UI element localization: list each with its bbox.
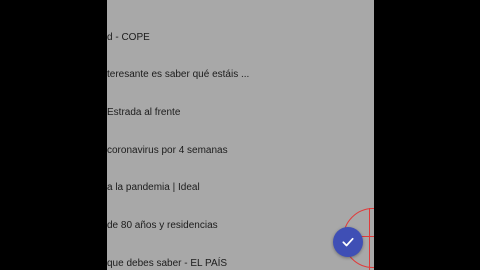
letterbox-left [0,0,107,270]
check-icon [341,235,355,249]
list-item[interactable]: coronavirus por 4 semanas [107,136,374,166]
tap-indicator-crosshair-vertical [369,208,370,270]
list-item-label: teresante es saber qué estáis ... [107,69,250,80]
list-item[interactable]: que debes saber - EL PAÍS [107,249,374,270]
list-item-label: Estrada al frente [107,107,181,118]
confirm-fab-button[interactable] [333,227,363,257]
list-item-label: coronavirus por 4 semanas [107,145,228,156]
list-item[interactable]: a la pandemia | Ideal [107,173,374,203]
list-item[interactable]: teresante es saber qué estáis ... [107,60,374,90]
list-item-label: que debes saber - EL PAÍS [107,258,228,269]
list-item[interactable]: d - COPE [107,23,374,53]
phone-screen: d - COPE teresante es saber qué estáis .… [107,0,374,270]
list-item-label: d - COPE [107,32,150,43]
list-item-label: de 80 años y residencias [107,220,218,231]
list-item[interactable]: Estrada al frente [107,98,374,128]
letterbox-right [374,0,480,270]
list-item-label: a la pandemia | Ideal [107,182,200,193]
